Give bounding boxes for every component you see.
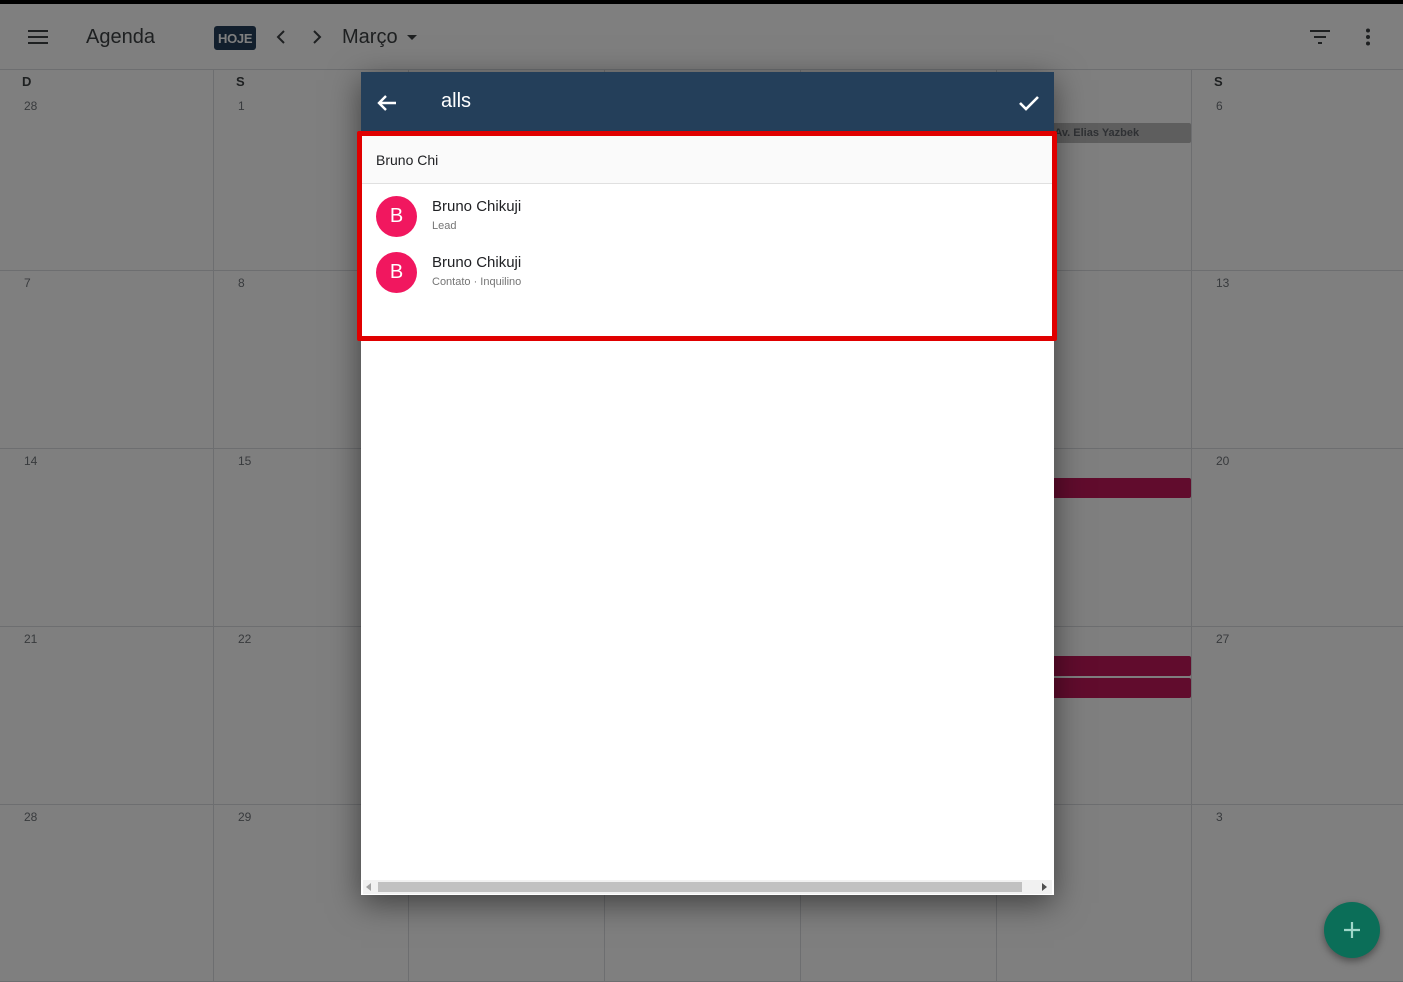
search-row: [361, 135, 1054, 184]
result-subtitle: Lead: [432, 220, 457, 232]
avatar: B: [376, 252, 417, 293]
arrow-left-icon: [377, 95, 396, 111]
back-button[interactable]: [371, 87, 403, 119]
avatar: B: [376, 196, 417, 237]
scroll-left-arrow-icon[interactable]: [366, 883, 371, 891]
contact-search-input[interactable]: [376, 149, 1036, 171]
result-name: Bruno Chikuji: [432, 198, 522, 215]
dialog-header: alls: [361, 72, 1054, 135]
result-item[interactable]: B Bruno Chikuji Lead: [361, 188, 1054, 244]
scroll-right-arrow-icon[interactable]: [1042, 883, 1047, 891]
horizontal-scrollbar[interactable]: [363, 880, 1052, 894]
add-event-button[interactable]: [1324, 902, 1380, 958]
contact-search-dialog: alls B Bruno Chikuji Lead B Bruno Chikuj…: [361, 72, 1054, 895]
scrollbar-thumb[interactable]: [378, 882, 1022, 892]
result-name: Bruno Chikuji: [432, 254, 522, 271]
dialog-title: alls: [441, 90, 472, 112]
check-icon: [1019, 96, 1039, 111]
confirm-button[interactable]: [1013, 87, 1045, 119]
result-subtitle: Contato · Inquilino: [432, 276, 522, 288]
plus-icon: [1344, 922, 1360, 938]
result-item[interactable]: B Bruno Chikuji Contato · Inquilino: [361, 244, 1054, 300]
